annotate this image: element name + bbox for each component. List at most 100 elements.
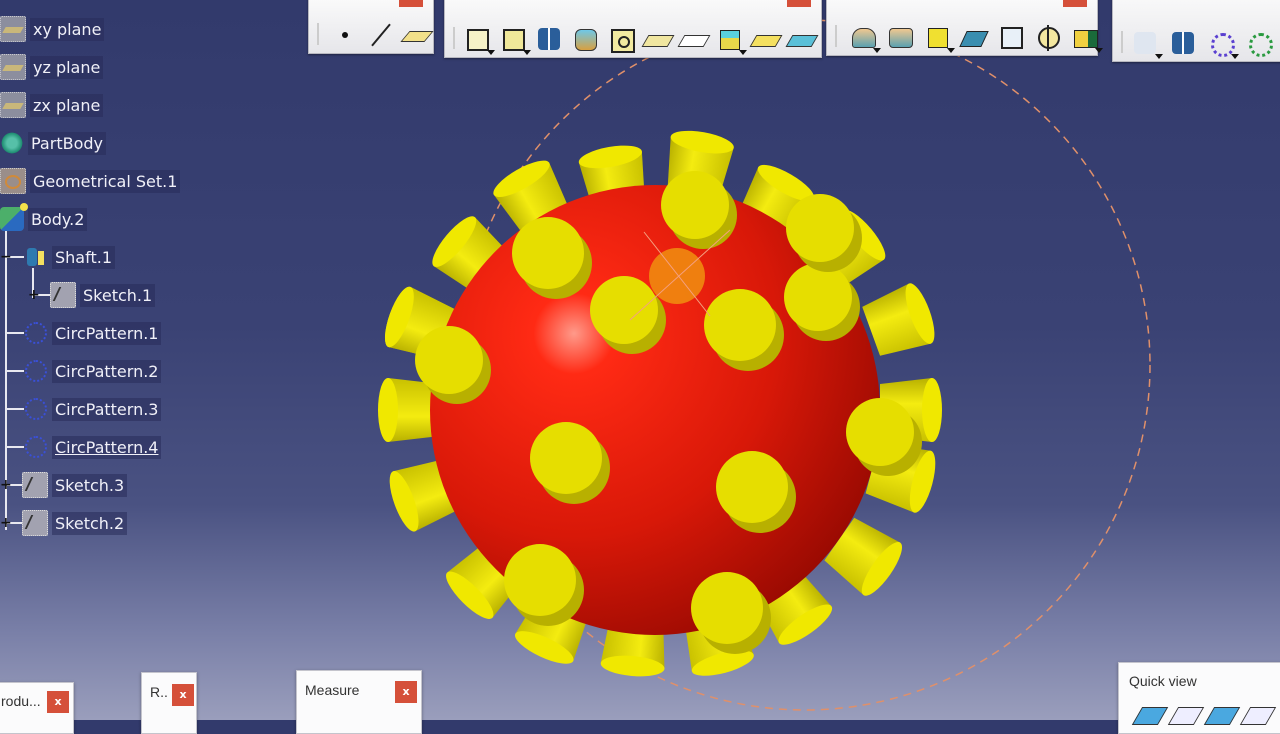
circular-pattern-icon — [25, 360, 47, 382]
peg-top — [512, 217, 584, 289]
tree-item-zx-plane[interactable]: zx plane — [0, 90, 104, 120]
tree-connector — [6, 370, 24, 372]
tree-item-label: Sketch.3 — [52, 473, 128, 497]
toolbar-title: Transformation Feat... — [1123, 0, 1265, 2]
peg-top — [504, 544, 576, 616]
stiffener-icon[interactable] — [749, 25, 783, 53]
peg-top — [784, 263, 852, 331]
point-icon[interactable] — [331, 21, 359, 49]
tree-item-label: zx plane — [30, 93, 104, 117]
edge-fillet-icon[interactable] — [849, 23, 881, 53]
tree-item-label: CircPattern.4 — [52, 435, 162, 459]
toolbar-close-button[interactable] — [399, 0, 423, 7]
expand-icon[interactable]: + — [28, 288, 40, 302]
measure-panel: Measure x — [296, 670, 422, 734]
shaft-icon[interactable] — [535, 25, 563, 53]
toolbar-grip[interactable] — [317, 23, 319, 45]
draft-icon[interactable] — [923, 23, 955, 53]
tree-item-label: Sketch.1 — [80, 283, 156, 307]
toolbar-grip[interactable] — [835, 25, 837, 47]
chamfer-icon[interactable] — [886, 23, 914, 51]
peg-top — [846, 398, 914, 466]
tree-item-label: PartBody — [28, 131, 106, 155]
geometrical-set-icon — [0, 168, 26, 194]
scaling-icon[interactable] — [1245, 29, 1273, 57]
tree-item-xy-plane[interactable]: xy plane — [0, 14, 105, 44]
multi-sections-solid-icon[interactable] — [715, 25, 747, 55]
body2-icon — [0, 203, 28, 231]
sketch-based-features-toolbar — [444, 0, 822, 58]
peg — [862, 283, 935, 356]
plane-icon — [0, 16, 26, 42]
pocket-icon[interactable] — [499, 25, 531, 55]
translation-icon[interactable] — [1131, 29, 1163, 59]
tree-item-circpattern-4[interactable]: CircPattern.4 — [6, 432, 162, 462]
tree-item-sketch-1[interactable]: + Sketch.1 — [28, 280, 156, 310]
isometric-view-icon[interactable] — [1131, 707, 1169, 725]
tree-connector — [6, 446, 24, 448]
rib-icon[interactable] — [641, 25, 675, 53]
peg-top — [661, 171, 729, 239]
sketch-icon — [50, 282, 76, 308]
tree-item-geometrical-set-1[interactable]: Geometrical Set.1 — [0, 166, 181, 196]
back-view-icon[interactable] — [1203, 707, 1241, 725]
peg-top — [716, 451, 788, 523]
solid-combine-icon[interactable] — [785, 25, 819, 53]
mirror-icon[interactable] — [1169, 29, 1197, 57]
tree-connector — [6, 332, 24, 334]
tree-item-sketch-3[interactable]: + Sketch.3 — [0, 470, 128, 500]
groove-icon[interactable] — [571, 25, 599, 53]
r-panel: R.. x — [141, 672, 197, 734]
peg-top — [704, 289, 776, 361]
tree-item-sketch-2[interactable]: + Sketch.2 — [0, 508, 128, 538]
close-button[interactable]: x — [47, 691, 69, 713]
tree-item-body-2[interactable]: Body.2 — [0, 203, 88, 234]
tree-item-label: CircPattern.2 — [52, 359, 162, 383]
panel-title: rodu... — [1, 693, 41, 709]
tree-item-label: CircPattern.1 — [52, 321, 162, 345]
remove-face-icon[interactable] — [1071, 23, 1103, 53]
expand-icon[interactable]: + — [0, 478, 12, 492]
close-button[interactable]: x — [172, 684, 194, 706]
slot-icon[interactable] — [677, 25, 711, 53]
peg-top — [786, 194, 854, 262]
expand-icon[interactable]: + — [0, 516, 12, 530]
toolbar-close-button[interactable] — [787, 0, 811, 7]
product-panel: rodu... x — [0, 682, 74, 734]
left-view-icon[interactable] — [1239, 707, 1277, 725]
tree-connector — [6, 408, 24, 410]
shell-icon[interactable] — [959, 23, 989, 51]
collapse-icon[interactable]: − — [0, 250, 12, 264]
tree-item-circpattern-2[interactable]: CircPattern.2 — [6, 356, 162, 386]
reference-elements-toolbar — [308, 0, 434, 54]
shaft-icon — [24, 245, 48, 269]
plane-icon[interactable] — [400, 21, 434, 49]
hole-icon[interactable] — [607, 25, 635, 53]
circular-pattern-icon — [25, 322, 47, 344]
line-icon[interactable] — [367, 21, 395, 49]
tree-item-partbody[interactable]: PartBody — [0, 128, 106, 158]
close-button[interactable]: x — [395, 681, 417, 703]
sketch-icon — [22, 472, 48, 498]
tree-item-label: yz plane — [30, 55, 104, 79]
tree-item-shaft-1[interactable]: − Shaft.1 — [0, 242, 115, 272]
thickness-icon[interactable] — [997, 23, 1025, 51]
specification-tree: xy plane yz plane zx plane PartBody Geometri… — [0, 0, 230, 560]
tree-item-label: Sketch.2 — [52, 511, 128, 535]
toolbar-grip[interactable] — [453, 27, 455, 49]
tree-item-yz-plane[interactable]: yz plane — [0, 52, 104, 82]
tree-item-label: Body.2 — [28, 207, 88, 231]
peg-top — [590, 276, 658, 344]
front-view-icon[interactable] — [1167, 707, 1205, 725]
pad-icon[interactable] — [463, 25, 495, 55]
circular-pattern-icon[interactable] — [1207, 29, 1239, 59]
panel-title: R.. — [150, 684, 168, 700]
circular-pattern-icon — [25, 436, 47, 458]
thread-icon[interactable] — [1034, 23, 1062, 51]
peg-top — [691, 572, 763, 644]
tree-item-circpattern-1[interactable]: CircPattern.1 — [6, 318, 162, 348]
toolbar-close-button[interactable] — [1063, 0, 1087, 7]
circular-pattern-icon — [25, 398, 47, 420]
toolbar-grip[interactable] — [1121, 31, 1123, 53]
tree-item-circpattern-3[interactable]: CircPattern.3 — [6, 394, 162, 424]
